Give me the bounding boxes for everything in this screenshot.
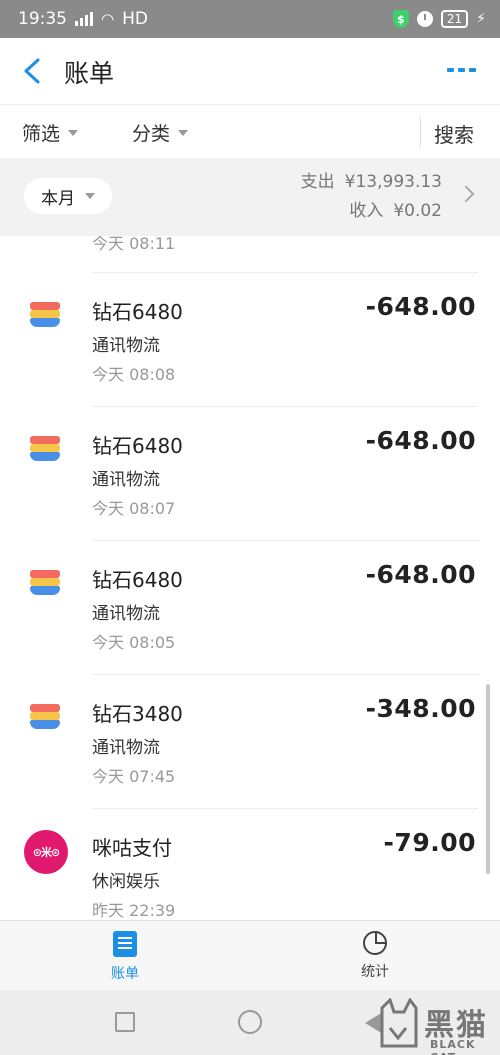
transaction-title: 咪咕支付: [92, 836, 172, 860]
transaction-time: 今天 08:08: [92, 365, 176, 384]
row-divider: [92, 406, 478, 407]
caret-down-icon: [178, 129, 189, 136]
back-arrow-icon[interactable]: [22, 58, 44, 84]
income-line: 收入 ¥0.02: [301, 197, 442, 226]
transaction-category: 通讯物流: [92, 738, 160, 758]
filter-dropdown[interactable]: 筛选: [22, 119, 79, 146]
row-divider: [92, 540, 478, 541]
status-time: 19:35: [18, 9, 67, 29]
transaction-category: 休闲娱乐: [92, 872, 160, 892]
transaction-category: 通讯物流: [92, 470, 160, 490]
transaction-row[interactable]: 钻石6480 通讯物流 今天 08:07 -648.00: [0, 406, 500, 540]
more-options-icon[interactable]: [447, 68, 476, 72]
game-stripes-icon: [26, 566, 66, 606]
recent-apps-icon[interactable]: [115, 1012, 135, 1032]
tab-bill-label: 账单: [111, 966, 139, 982]
month-selector[interactable]: 本月: [24, 178, 112, 214]
transaction-amount: -648.00: [365, 426, 476, 455]
tab-bill[interactable]: 账单: [85, 931, 165, 983]
network-type: HD: [122, 9, 148, 29]
transaction-time: 昨天 22:39: [92, 901, 176, 920]
home-icon[interactable]: [238, 1010, 262, 1034]
tab-stats[interactable]: 统计: [335, 931, 415, 981]
transaction-title: 钻石6480: [92, 434, 183, 458]
transaction-title: 钻石6480: [92, 300, 183, 324]
transaction-category: 通讯物流: [92, 604, 160, 624]
transaction-amount: -348.00: [365, 694, 476, 723]
signal-icon: [75, 12, 93, 26]
category-label: 分类: [132, 123, 171, 145]
migu-logo-icon: ⊙米⊙: [24, 830, 68, 874]
cat-logo-icon: [380, 998, 418, 1048]
battery-level: 21: [446, 12, 463, 26]
search-button[interactable]: 搜索: [434, 119, 474, 148]
charging-icon: ⚡: [476, 11, 486, 27]
watermark-en: BLACK CAT: [430, 1038, 476, 1055]
expense-label: 支出: [300, 172, 335, 192]
page-title: 账单: [64, 59, 115, 88]
transaction-row[interactable]: ⊙米⊙ 咪咕支付 休闲娱乐 昨天 22:39 -79.00: [0, 808, 500, 920]
expense-line: 支出 ¥13,993.13: [301, 168, 442, 197]
caret-down-icon: [68, 129, 79, 136]
game-stripes-icon: [26, 432, 66, 472]
transaction-row[interactable]: 钻石6480 通讯物流 今天 08:08 -648.00: [0, 272, 500, 406]
scrollbar[interactable]: [486, 684, 490, 874]
transaction-list[interactable]: 今天 08:11 钻石6480 通讯物流 今天 08:08 -648.00 钻石…: [0, 236, 500, 920]
transaction-time: 今天 08:05: [92, 633, 176, 652]
transaction-row[interactable]: 钻石6480 通讯物流 今天 08:05 -648.00: [0, 540, 500, 674]
pie-chart-icon: [363, 931, 387, 955]
expense-value: ¥13,993.13: [344, 172, 442, 192]
row-divider: [92, 674, 478, 675]
transaction-amount: -648.00: [365, 292, 476, 321]
row-divider: [92, 272, 478, 273]
filter-label: 筛选: [22, 123, 61, 145]
tab-stats-label: 统计: [361, 964, 389, 980]
battery-icon: 21: [440, 10, 469, 28]
game-stripes-icon: [26, 298, 66, 338]
category-dropdown[interactable]: 分类: [132, 119, 189, 146]
black-cat-watermark: 黑猫 BLACK CAT: [376, 996, 500, 1055]
transaction-amount: -79.00: [383, 828, 476, 857]
status-left: 19:35 ◠ HD: [18, 9, 148, 29]
vertical-divider: [420, 117, 421, 147]
transaction-time: 今天 07:45: [92, 767, 176, 786]
transaction-row[interactable]: 钻石3480 通讯物流 今天 07:45 -348.00: [0, 674, 500, 808]
app-header: 账单: [0, 38, 500, 104]
month-summary: 本月 支出 ¥13,993.13 收入 ¥0.02: [0, 158, 500, 236]
caret-down-icon: [85, 193, 95, 199]
bottom-tab-bar: 账单 统计: [0, 920, 500, 990]
summary-totals[interactable]: 支出 ¥13,993.13 收入 ¥0.02: [301, 168, 442, 226]
bill-list-icon: [113, 931, 137, 957]
alarm-clock-icon: [416, 11, 433, 27]
partial-row-time: 今天 08:11: [92, 236, 176, 253]
row-divider: [92, 808, 478, 809]
month-label: 本月: [41, 188, 75, 209]
transaction-title: 钻石6480: [92, 568, 183, 592]
transaction-category: 通讯物流: [92, 336, 160, 356]
chevron-right-icon[interactable]: [457, 185, 475, 203]
income-value: ¥0.02: [393, 201, 442, 221]
game-stripes-icon: [26, 700, 66, 740]
transaction-time: 今天 08:07: [92, 499, 176, 518]
filter-bar: 筛选 分类 搜索: [0, 104, 500, 158]
security-shield-icon: $: [392, 10, 409, 28]
status-right: $ 21 ⚡: [392, 10, 486, 28]
transaction-amount: -648.00: [365, 560, 476, 589]
status-bar: 19:35 ◠ HD $ 21 ⚡: [0, 0, 500, 38]
wifi-icon: ◠: [101, 10, 115, 28]
income-label: 收入: [349, 201, 384, 221]
transaction-title: 钻石3480: [92, 702, 183, 726]
